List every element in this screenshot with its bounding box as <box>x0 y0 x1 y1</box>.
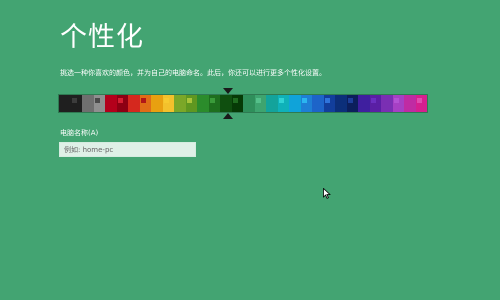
swatch-chip <box>278 98 284 103</box>
swatch-chip <box>347 98 353 103</box>
selector-arrow-up-icon <box>223 113 233 119</box>
instruction-text: 挑选一种你喜欢的颜色，并为自己的电脑命名。此后，你还可以进行更多个性化设置。 <box>60 69 326 77</box>
color-swatch[interactable] <box>243 95 266 112</box>
color-swatch[interactable] <box>174 95 197 112</box>
color-swatch[interactable] <box>289 95 312 112</box>
page-title: 个性化 <box>60 22 144 53</box>
swatch-shade <box>312 95 324 112</box>
color-swatch[interactable] <box>312 95 335 112</box>
swatch-shade <box>105 95 117 112</box>
color-swatch[interactable] <box>128 95 151 112</box>
mouse-cursor-icon <box>323 188 331 199</box>
color-swatch[interactable] <box>381 95 404 112</box>
swatch-chip <box>301 98 307 103</box>
swatch-shade <box>358 95 370 112</box>
computer-name-input[interactable] <box>59 142 196 157</box>
selector-arrow-down-icon <box>223 88 233 94</box>
swatch-chip <box>393 98 399 103</box>
color-swatch[interactable] <box>358 95 381 112</box>
color-palette[interactable] <box>58 94 428 113</box>
swatch-chip <box>71 98 77 103</box>
swatch-chip <box>140 98 146 103</box>
computer-name-label: 电脑名称(A) <box>60 129 99 137</box>
swatch-chip <box>255 98 261 103</box>
color-swatch[interactable] <box>404 95 427 112</box>
swatch-shade <box>128 95 140 112</box>
swatch-shade <box>82 95 94 112</box>
swatch-chip <box>324 98 330 103</box>
swatch-shade <box>404 95 416 112</box>
swatch-chip <box>209 98 215 103</box>
swatch-shade <box>243 95 255 112</box>
swatch-shade <box>151 95 163 112</box>
swatch-shade <box>381 95 393 112</box>
swatch-chip <box>186 98 192 103</box>
color-swatch[interactable] <box>335 95 358 112</box>
color-swatch[interactable] <box>197 95 220 112</box>
color-swatch[interactable] <box>266 95 289 112</box>
swatch-chip <box>232 98 238 103</box>
swatch-shade <box>266 95 278 112</box>
swatch-chip <box>163 98 169 103</box>
swatch-shade <box>174 95 186 112</box>
color-swatch[interactable] <box>220 95 243 112</box>
swatch-shade <box>59 95 71 112</box>
swatch-chip <box>370 98 376 103</box>
swatch-chip <box>416 98 422 103</box>
swatch-shade <box>289 95 301 112</box>
swatch-shade <box>197 95 209 112</box>
swatch-shade <box>335 95 347 112</box>
color-swatch[interactable] <box>59 95 82 112</box>
color-swatch[interactable] <box>105 95 128 112</box>
color-swatch[interactable] <box>151 95 174 112</box>
swatch-chip <box>94 98 100 103</box>
swatch-chip <box>117 98 123 103</box>
color-swatch[interactable] <box>82 95 105 112</box>
swatch-shade <box>220 95 232 112</box>
